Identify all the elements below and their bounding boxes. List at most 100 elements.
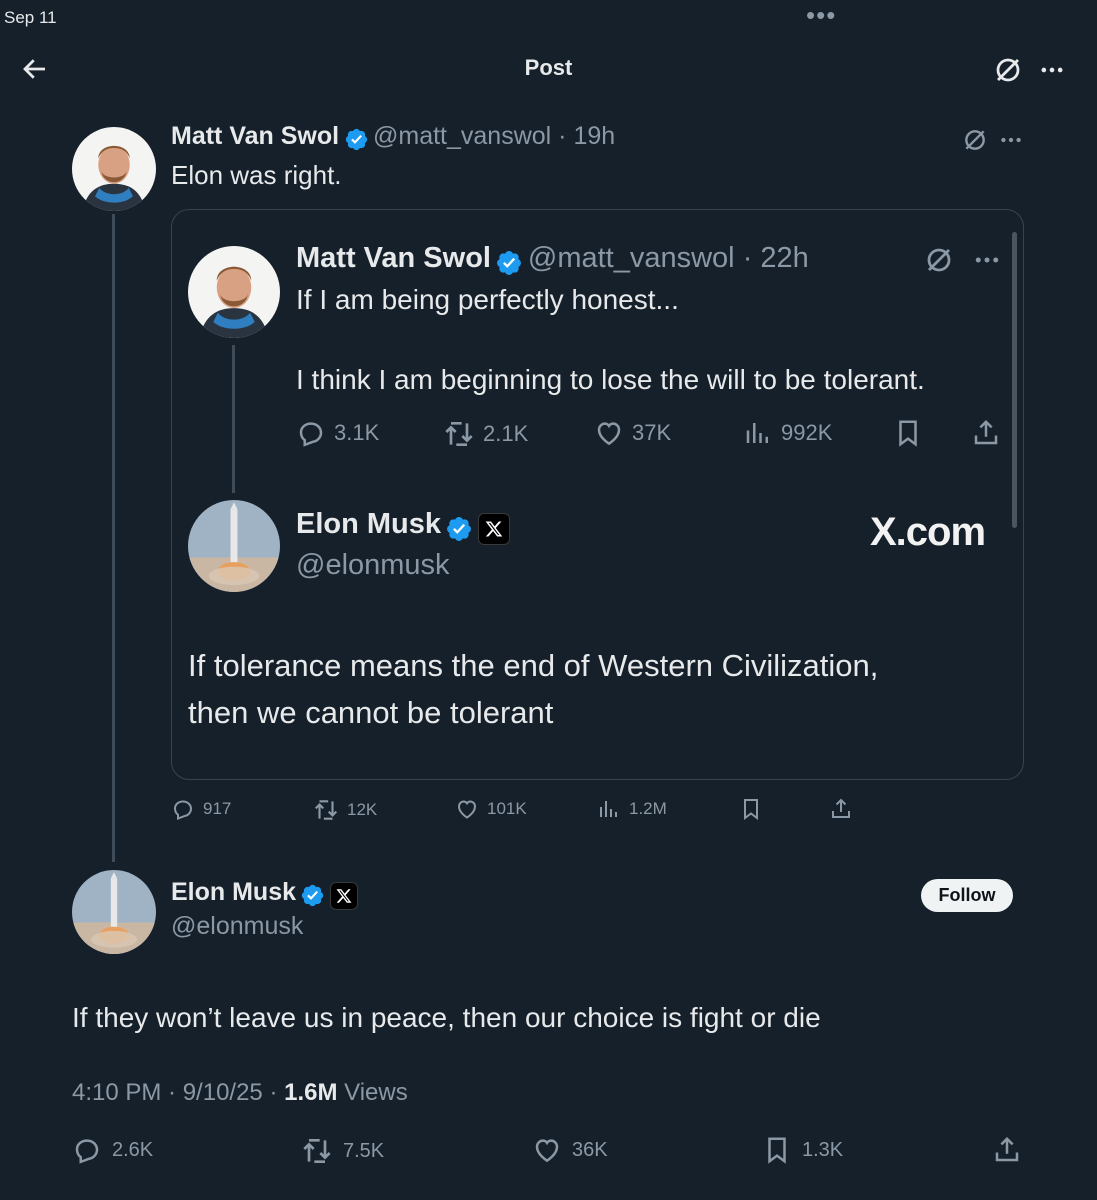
post-grok-button[interactable] — [962, 127, 990, 155]
post-more-button[interactable] — [998, 127, 1026, 155]
follow-button[interactable]: Follow — [921, 879, 1013, 912]
focus-author-handle[interactable]: @elonmusk — [171, 912, 303, 941]
post-text: Elon was right. — [171, 160, 342, 190]
verified-badge-icon — [445, 515, 473, 543]
post-header: Matt Van Swol @matt_vanswol · 19h — [171, 122, 615, 152]
like-button[interactable]: 101K — [455, 797, 527, 821]
quote-share-icon — [971, 418, 1001, 453]
focus-bookmark-count: 1.3K — [802, 1138, 844, 1161]
quote-author-name: Matt Van Swol — [296, 242, 491, 274]
quote-grok-icon — [924, 245, 954, 280]
grok-button[interactable] — [990, 52, 1026, 88]
quote-text-line1: If I am being perfectly honest... — [296, 284, 679, 315]
focus-share-button[interactable] — [992, 1135, 1022, 1170]
share-icon — [829, 797, 853, 821]
quote-reply-text-line2: then we cannot be tolerant — [188, 695, 554, 730]
focus-like-count: 36K — [572, 1138, 608, 1161]
focus-reply-count: 2.6K — [112, 1138, 154, 1161]
post-time: 19h — [573, 122, 616, 150]
repost-count: 12K — [347, 800, 378, 819]
quote-avatar-elon — [188, 500, 280, 592]
repost-icon — [443, 418, 475, 450]
quote-like-stat: 37K — [594, 418, 671, 448]
quote-repost-stat: 2.1K — [443, 418, 528, 450]
author-handle[interactable]: @matt_vanswol — [373, 122, 551, 150]
bookmark-icon — [739, 797, 763, 821]
x-affiliate-icon — [477, 512, 510, 545]
grok-icon — [962, 127, 988, 153]
avatar-image — [72, 127, 156, 211]
quote-bookmark-icon — [893, 418, 923, 453]
avatar-image — [188, 500, 280, 592]
verified-badge-icon — [300, 883, 325, 908]
focus-like-button[interactable]: 36K — [532, 1135, 608, 1165]
focus-repost-count: 7.5K — [343, 1139, 385, 1162]
quote-avatar-matt — [188, 246, 280, 338]
share-button[interactable] — [829, 797, 853, 826]
like-icon — [594, 418, 624, 448]
like-icon — [455, 797, 479, 821]
quote-tweet-header: Matt Van Swol @matt_vanswol · 22h — [296, 242, 809, 277]
reply-icon — [171, 797, 195, 821]
quote-views-stat: 992K — [743, 418, 832, 448]
views-count: 1.2M — [629, 799, 667, 818]
like-count: 101K — [487, 799, 527, 818]
status-date: Sep 11 — [4, 8, 57, 27]
header-more-button[interactable] — [1034, 52, 1070, 88]
bookmark-icon — [762, 1135, 792, 1165]
views-icon — [597, 797, 621, 821]
reply-icon — [72, 1135, 102, 1165]
quote-reply-header: Elon Musk — [296, 508, 510, 545]
quote-views-count: 992K — [781, 420, 833, 445]
more-icon — [998, 127, 1024, 153]
avatar-matt[interactable] — [72, 127, 156, 211]
repost-icon — [301, 1135, 333, 1167]
quote-post-time: 22h — [760, 242, 809, 274]
focus-post-header: Elon Musk — [171, 878, 358, 910]
x-affiliate-icon[interactable] — [329, 881, 358, 910]
post-timestamp[interactable]: 4:10 PM · 9/10/25 · — [72, 1079, 284, 1106]
quote-reply-author-name: Elon Musk — [296, 508, 442, 540]
like-icon — [532, 1135, 562, 1165]
views-icon — [743, 418, 773, 448]
focus-post-text: If they won’t leave us in peace, then ou… — [72, 1002, 821, 1033]
quote-thread-line — [232, 345, 235, 493]
avatar-image — [188, 246, 280, 338]
focus-reply-button[interactable]: 2.6K — [72, 1135, 153, 1165]
quote-reply-text-line1: If tolerance means the end of Western Ci… — [188, 648, 879, 683]
quote-reply-author-handle: @elonmusk — [296, 549, 450, 581]
x-com-watermark: X.com — [870, 510, 986, 554]
quote-repost-count: 2.1K — [483, 421, 529, 446]
more-icon — [1038, 56, 1066, 84]
quote-like-count: 37K — [632, 420, 672, 445]
quote-reply-count: 3.1K — [334, 420, 380, 445]
reply-button[interactable]: 917 — [171, 797, 231, 821]
reply-count: 917 — [203, 799, 232, 818]
avatar-image — [72, 870, 156, 954]
grok-icon — [993, 55, 1023, 85]
multitask-dots-icon[interactable]: ••• — [806, 2, 836, 28]
author-name[interactable]: Matt Van Swol — [171, 122, 339, 150]
share-icon — [992, 1135, 1022, 1165]
page-title: Post — [524, 55, 573, 80]
focus-repost-button[interactable]: 7.5K — [301, 1135, 384, 1167]
focus-bookmark-button[interactable]: 1.3K — [762, 1135, 843, 1165]
scrollbar — [1012, 232, 1017, 528]
repost-button[interactable]: 12K — [313, 797, 377, 823]
post-meta: 4:10 PM · 9/10/25 · 1.6M Views — [72, 1079, 408, 1107]
verified-badge-icon — [344, 127, 369, 152]
views-total: 1.6M — [284, 1079, 338, 1106]
thread-line — [112, 214, 115, 862]
bookmark-button[interactable] — [739, 797, 763, 826]
focus-author-name[interactable]: Elon Musk — [171, 878, 296, 906]
views-button[interactable]: 1.2M — [597, 797, 667, 821]
views-label: Views — [337, 1079, 408, 1106]
verified-badge-icon — [495, 249, 523, 277]
reply-icon — [296, 418, 326, 448]
quote-more-icon — [972, 245, 1002, 280]
repost-icon — [313, 797, 339, 823]
quote-reply-stat: 3.1K — [296, 418, 379, 448]
quote-text-line2: I think I am beginning to lose the will … — [296, 364, 925, 395]
quote-author-handle: @matt_vanswol — [527, 242, 735, 274]
avatar-elon[interactable] — [72, 870, 156, 954]
